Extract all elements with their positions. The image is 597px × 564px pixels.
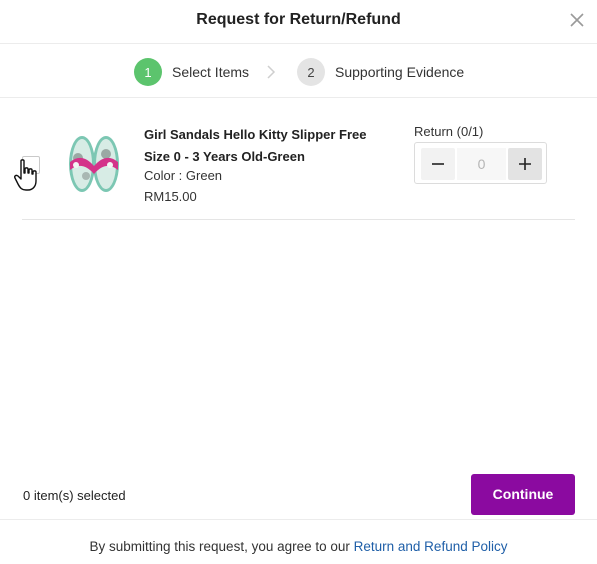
selected-count: 0 item(s) selected bbox=[23, 488, 126, 503]
return-count-label: Return (0/1) bbox=[414, 124, 484, 139]
step-supporting-evidence: 2 Supporting Evidence bbox=[297, 58, 464, 86]
step-select-items: 1 Select Items bbox=[134, 58, 249, 86]
stepper-progress: 1 Select Items 2 Supporting Evidence bbox=[0, 44, 597, 98]
chevron-right-icon bbox=[267, 65, 276, 79]
product-name: Girl Sandals Hello Kitty Slipper Free Si… bbox=[144, 127, 367, 164]
continue-button[interactable]: Continue bbox=[471, 474, 575, 515]
item-checkbox[interactable] bbox=[22, 156, 40, 174]
dialog-title: Request for Return/Refund bbox=[196, 11, 401, 28]
policy-link[interactable]: Return and Refund Policy bbox=[354, 539, 508, 554]
product-variation: Color : Green bbox=[144, 168, 223, 183]
plus-icon bbox=[519, 158, 531, 170]
quantity-input[interactable]: 0 bbox=[457, 148, 506, 180]
step-number-badge: 2 bbox=[297, 58, 325, 86]
dialog-footer: 0 item(s) selected Continue bbox=[0, 470, 597, 520]
decrease-button[interactable] bbox=[421, 148, 455, 180]
product-thumbnail bbox=[69, 136, 119, 192]
return-item-row: Girl Sandals Hello Kitty Slipper Free Si… bbox=[14, 99, 575, 220]
step-label: Supporting Evidence bbox=[335, 64, 465, 80]
close-icon[interactable] bbox=[569, 12, 585, 28]
agreement-text: By submitting this request, you agree to… bbox=[0, 539, 597, 554]
increase-button[interactable] bbox=[508, 148, 542, 180]
step-number-badge: 1 bbox=[134, 58, 162, 86]
agreement-prefix: By submitting this request, you agree to… bbox=[89, 539, 354, 554]
product-price: RM15.00 bbox=[144, 189, 197, 204]
minus-icon bbox=[432, 163, 444, 165]
dialog-header: Request for Return/Refund bbox=[0, 0, 597, 44]
quantity-stepper: 0 bbox=[414, 142, 547, 184]
step-label: Select Items bbox=[172, 64, 250, 80]
